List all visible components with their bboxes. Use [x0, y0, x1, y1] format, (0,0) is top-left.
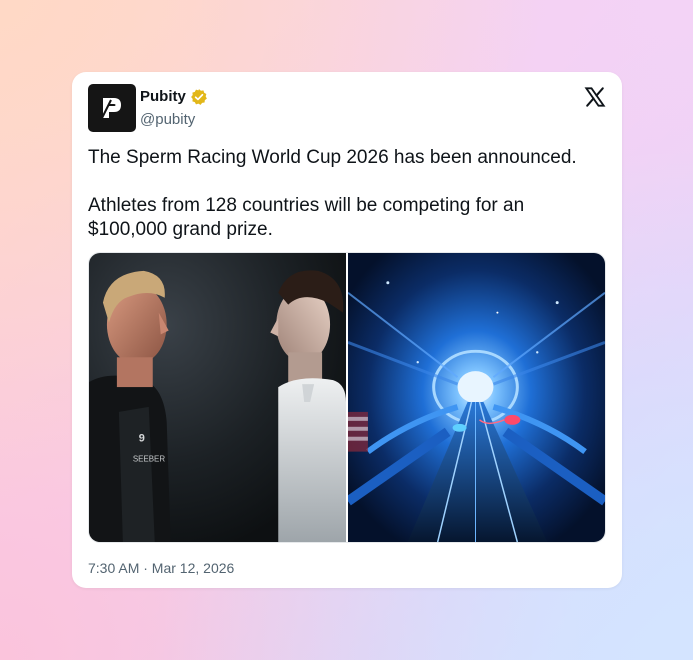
author-name-row: Pubity: [140, 88, 208, 106]
verified-badge-icon: [190, 89, 207, 105]
tweet-timestamp[interactable]: 7:30 AM · Mar 12, 2026: [88, 559, 234, 577]
tweet-paragraph-1: The Sperm Racing World Cup 2026 has been…: [88, 147, 577, 168]
media-image-race-tunnel[interactable]: [348, 253, 605, 542]
author-handle[interactable]: @pubity: [140, 111, 195, 129]
tweet-text: The Sperm Racing World Cup 2026 has been…: [88, 146, 606, 242]
athletes-faceoff-photo: 9 SEEBER: [89, 253, 346, 542]
pubity-logo-icon: [100, 98, 121, 121]
tweet-paragraph-2: Athletes from 128 countries will be comp…: [88, 195, 525, 240]
svg-text:9: 9: [139, 433, 145, 445]
svg-text:SEEBER: SEEBER: [133, 455, 166, 464]
author-avatar[interactable]: [88, 84, 136, 132]
tweet-card[interactable]: Pubity @pubity The Sperm Racing World Cu…: [72, 72, 622, 588]
author-display-name[interactable]: Pubity: [140, 88, 186, 106]
race-tunnel-render: [348, 253, 605, 542]
x-logo-icon[interactable]: [584, 86, 606, 108]
tweet-media-grid: 9 SEEBER: [88, 252, 606, 543]
media-image-athletes[interactable]: 9 SEEBER: [89, 253, 346, 542]
